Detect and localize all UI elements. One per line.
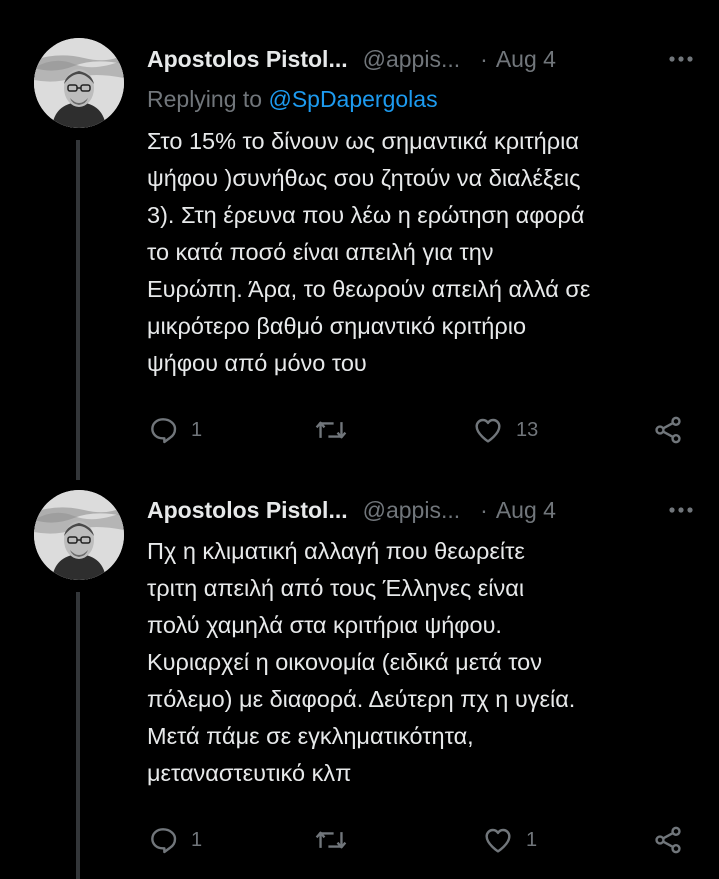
like-button[interactable]: 13 <box>472 412 538 448</box>
retweet-button[interactable] <box>314 412 360 448</box>
tweet-text-line: Πχ η κλιματική αλλαγή που θεωρείτε <box>147 538 525 564</box>
like-count: 13 <box>516 418 539 441</box>
author-handle[interactable]: @appis... <box>363 497 461 524</box>
tweet-2[interactable]: Apostolos Pistol... @appis... · Aug 4 Πχ… <box>0 480 719 879</box>
tweet-text-line: ψήφου από μόνο του <box>147 350 367 376</box>
tweet-text-line: τριτη απειλή από τους Έλληνες είναι <box>147 575 525 601</box>
retweet-icon <box>314 824 348 856</box>
heart-icon <box>472 414 504 446</box>
tweet-actions: 1 1 <box>147 822 692 858</box>
replying-to-mention[interactable]: @SpDapergolas <box>268 86 437 112</box>
heart-icon <box>482 824 514 856</box>
avatar[interactable] <box>34 38 124 128</box>
reply-count: 1 <box>191 828 203 851</box>
tweet-text-line: Ευρώπη. Άρα, το θεωρούν απειλή αλλά σε <box>147 276 591 302</box>
replying-to: Replying to @SpDapergolas <box>147 86 438 113</box>
tweet-text-line: μικρότερο βαθμό σημαντικό κριτήριο <box>147 313 527 339</box>
retweet-button[interactable] <box>314 822 360 858</box>
like-count: 1 <box>526 828 538 851</box>
more-horizontal-icon[interactable] <box>663 42 699 76</box>
reply-icon <box>147 824 179 856</box>
thread-line <box>76 140 80 480</box>
share-icon <box>652 414 684 446</box>
replying-to-label: Replying to <box>147 86 269 112</box>
timestamp[interactable]: Aug 4 <box>496 497 556 524</box>
tweet-text-line: Στο 15% το δίνουν ως σημαντικά κριτήρια <box>147 128 579 154</box>
tweet-1[interactable]: Apostolos Pistol... @appis... · Aug 4 Re… <box>0 0 719 480</box>
tweet-text-line: πολύ χαμηλά στα κριτήρια ψήφου. <box>147 612 502 638</box>
separator-dot: · <box>480 45 488 72</box>
author-name[interactable]: Apostolos Pistol... <box>147 46 348 73</box>
more-horizontal-icon[interactable] <box>663 493 699 527</box>
separator-dot: · <box>480 496 488 523</box>
author-name[interactable]: Apostolos Pistol... <box>147 497 348 524</box>
tweet-header: Apostolos Pistol... @appis... · Aug 4 <box>147 493 699 527</box>
thread-line <box>76 592 80 879</box>
tweet-text-line: 3). Στη έρευνα που λέω η ερώτηση αφορά <box>147 202 585 228</box>
reply-button[interactable]: 1 <box>147 822 202 858</box>
tweet-text-line: μεταναστευτικό κλπ <box>147 760 352 786</box>
reply-button[interactable]: 1 <box>147 412 202 448</box>
tweet-text: Πχ η κλιματική αλλαγή που θεωρείτε τριτη… <box>147 533 692 792</box>
reply-count: 1 <box>191 418 203 441</box>
tweet-text: Στο 15% το δίνουν ως σημαντικά κριτήρια … <box>147 123 692 382</box>
like-button[interactable]: 1 <box>482 822 537 858</box>
tweet-actions: 1 13 <box>147 412 692 448</box>
tweet-text-line: Μετά πάμε σε εγκληματικότητα, <box>147 723 474 749</box>
tweet-text-line: πόλεμο) με διαφορά. Δεύτερη πχ η υγεία. <box>147 686 576 712</box>
timestamp[interactable]: Aug 4 <box>496 46 556 73</box>
reply-icon <box>147 414 179 446</box>
share-button[interactable] <box>652 822 684 858</box>
tweet-header: Apostolos Pistol... @appis... · Aug 4 <box>147 42 699 76</box>
share-button[interactable] <box>652 412 684 448</box>
share-icon <box>652 824 684 856</box>
tweet-text-line: ψήφου )συνήθως σου ζητούν να διαλέξεις <box>147 165 581 191</box>
avatar[interactable] <box>34 490 124 580</box>
tweet-text-line: Κυριαρχεί η οικονομία (ειδικά μετά τον <box>147 649 543 675</box>
tweet-text-line: το κατά ποσό είναι απειλή για την <box>147 239 494 265</box>
retweet-icon <box>314 414 348 446</box>
author-handle[interactable]: @appis... <box>363 46 461 73</box>
